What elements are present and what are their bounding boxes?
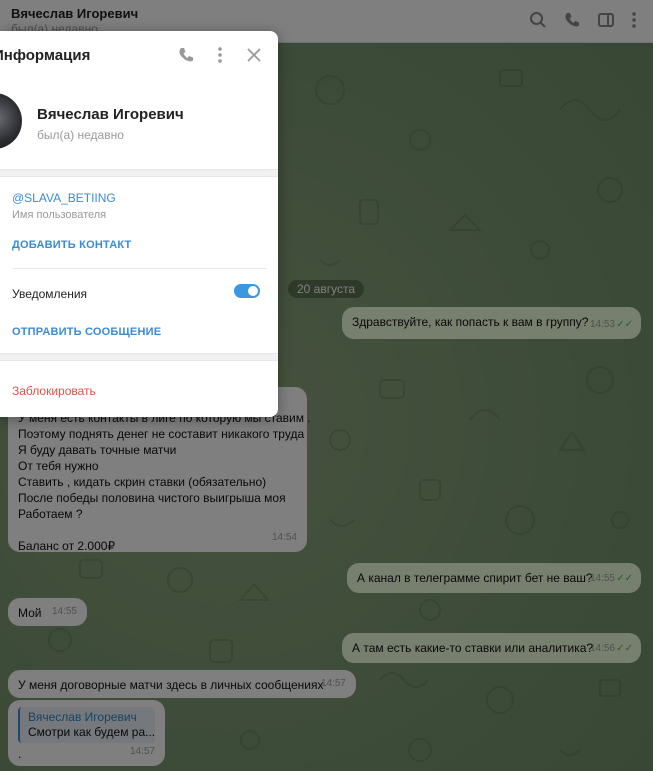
section-divider (0, 353, 278, 361)
username-link[interactable]: @SLAVA_BETIING (12, 191, 116, 205)
username-label: Имя пользователя (12, 209, 107, 221)
divider (12, 268, 266, 269)
phone-icon[interactable] (176, 45, 196, 65)
close-icon[interactable] (244, 45, 264, 65)
avatar[interactable] (0, 93, 22, 149)
profile-name: Вячеслав Игоревич (37, 106, 184, 123)
toggle-knob (247, 285, 259, 297)
profile-status: был(а) недавно (37, 128, 124, 142)
section-divider (0, 169, 278, 177)
add-contact-button[interactable]: ДОБАВИТЬ КОНТАКТ (12, 239, 131, 251)
panel-title: Информация (0, 47, 91, 64)
block-button[interactable]: Заблокировать (12, 384, 96, 398)
notifications-toggle[interactable] (234, 284, 260, 298)
more-icon[interactable] (210, 45, 230, 65)
user-info-panel: Информация Вячеслав Игоревич был(а) неда… (0, 31, 278, 417)
send-message-button[interactable]: ОТПРАВИТЬ СООБЩЕНИЕ (12, 326, 161, 338)
notifications-label: Уведомления (12, 287, 88, 301)
